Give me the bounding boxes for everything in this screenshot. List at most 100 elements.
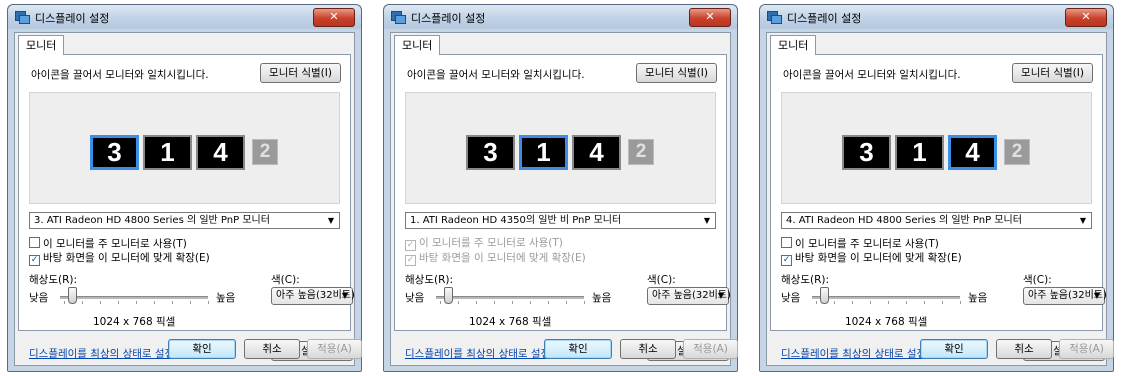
chevron-down-icon: ▼ [717,291,724,300]
slider-tick [924,301,925,304]
title-bar[interactable]: 디스플레이 설정 ✕ [8,5,361,29]
instruction-text: 아이콘을 끌어서 모니터와 일치시킵니다. [31,69,209,81]
cancel-button[interactable]: 취소 [620,339,676,359]
dialog-body: 모니터 아이콘을 끌어서 모니터와 일치시킵니다. 모니터 식별(I) 3142… [14,32,362,366]
slider-high-label: 높음 [216,292,236,304]
monitor-icon-4[interactable]: 4 [948,135,997,170]
monitor-icon-2[interactable]: 2 [252,139,278,165]
primary-monitor-checkbox[interactable]: ✓ 이 모니터를 주 모니터로 사용(T) [405,237,563,251]
apply-button[interactable]: 적용(A) [307,339,362,359]
display-settings-window: 디스플레이 설정 ✕ 모니터 아이콘을 끌어서 모니터와 일치시킵니다. 모니터… [7,4,362,372]
checkbox-box[interactable] [29,237,40,248]
monitor-icon-1[interactable]: 1 [519,135,568,170]
slider-low-label: 낮음 [781,292,801,304]
color-depth-select[interactable]: 아주 높음(32비트) ▼ [271,287,355,305]
primary-monitor-checkbox[interactable]: 이 모니터를 주 모니터로 사용(T) [29,237,187,250]
identify-monitors-button[interactable]: 모니터 식별(I) [260,63,341,83]
checkbox-box[interactable]: ✓ [405,240,416,251]
tab-monitor[interactable]: 모니터 [770,35,817,55]
slider-tick [816,301,817,304]
slider-tick [530,301,531,304]
ok-button[interactable]: 확인 [168,339,236,359]
slider-tick [870,301,871,304]
tab-monitor[interactable]: 모니터 [394,35,441,55]
slider-high-label: 높음 [968,292,988,304]
monitor-arrangement-area: 3142 [405,92,716,204]
identify-monitors-button[interactable]: 모니터 식별(I) [1012,63,1093,83]
monitor-arrangement-area: 3142 [29,92,340,204]
cancel-button[interactable]: 취소 [996,339,1052,359]
slider-tick [64,301,65,304]
color-depth-select[interactable]: 아주 높음(32비트) ▼ [647,287,731,305]
slider-tick [906,301,907,304]
resolution-label: 해상도(R): [405,274,454,286]
monitor-icon-4[interactable]: 4 [196,135,245,170]
apply-button[interactable]: 적용(A) [683,339,738,359]
resolution-slider-thumb[interactable] [68,287,77,304]
window-title: 디스플레이 설정 [411,12,486,25]
tab-monitor[interactable]: 모니터 [18,35,65,55]
display-select[interactable]: 4. ATI Radeon HD 4800 Series 의 일반 PnP 모니… [781,212,1092,229]
display-select-value: 1. ATI Radeon HD 4350의 일반 비 PnP 모니터 [410,215,622,226]
checkbox-box[interactable]: ✓ [29,255,40,266]
chevron-down-icon: ▼ [1079,216,1086,225]
close-icon: ✕ [705,10,715,23]
ok-button[interactable]: 확인 [920,339,988,359]
display-select[interactable]: 1. ATI Radeon HD 4350의 일반 비 PnP 모니터 ▼ [405,212,716,229]
slider-tick [834,301,835,304]
instruction-text: 아이콘을 끌어서 모니터와 일치시킵니다. [407,69,585,81]
slider-tick [476,301,477,304]
title-bar[interactable]: 디스플레이 설정 ✕ [760,5,1113,29]
extend-desktop-checkbox[interactable]: ✓ 바탕 화면을 이 모니터에 맞게 확장(E) [781,252,962,266]
title-bar[interactable]: 디스플레이 설정 ✕ [384,5,737,29]
monitor-icon-2[interactable]: 2 [628,139,654,165]
resolution-slider-track[interactable] [436,296,584,299]
chevron-down-icon: ▼ [703,216,710,225]
ok-button[interactable]: 확인 [544,339,612,359]
resolution-slider-track[interactable] [812,296,960,299]
extend-desktop-checkbox[interactable]: ✓ 바탕 화면을 이 모니터에 맞게 확장(E) [405,252,586,266]
checkbox-box[interactable]: ✓ [405,255,416,266]
slider-tick [548,301,549,304]
checkbox-box[interactable] [781,237,792,248]
display-app-icon [15,11,30,24]
window-title: 디스플레이 설정 [787,12,862,25]
primary-monitor-checkbox[interactable]: 이 모니터를 주 모니터로 사용(T) [781,237,939,250]
checkbox-label: 바탕 화면을 이 모니터에 맞게 확장(E) [419,252,586,264]
extend-desktop-checkbox[interactable]: ✓ 바탕 화면을 이 모니터에 맞게 확장(E) [29,252,210,266]
checkbox-box[interactable]: ✓ [781,255,792,266]
identify-monitors-button[interactable]: 모니터 식별(I) [636,63,717,83]
slider-tick [512,301,513,304]
color-depth-select[interactable]: 아주 높음(32비트) ▼ [1023,287,1107,305]
monitor-icon-2[interactable]: 2 [1004,139,1030,165]
monitor-icon-3[interactable]: 3 [90,135,139,170]
slider-tick [118,301,119,304]
cancel-button[interactable]: 취소 [244,339,300,359]
monitor-icon-3[interactable]: 3 [842,135,891,170]
slider-low-label: 낮음 [405,292,425,304]
close-button[interactable]: ✕ [689,8,731,27]
dialog-body: 모니터 아이콘을 끌어서 모니터와 일치시킵니다. 모니터 식별(I) 3142… [390,32,738,366]
tab-panel: 아이콘을 끌어서 모니터와 일치시킵니다. 모니터 식별(I) 3142 4. … [770,54,1107,361]
dialog-body: 모니터 아이콘을 끌어서 모니터와 일치시킵니다. 모니터 식별(I) 3142… [766,32,1114,366]
slider-tick [852,301,853,304]
close-button[interactable]: ✕ [313,8,355,27]
resolution-slider-thumb[interactable] [820,287,829,304]
display-select-value: 4. ATI Radeon HD 4800 Series 의 일반 PnP 모니… [786,215,1022,226]
close-button[interactable]: ✕ [1065,8,1107,27]
resolution-label: 해상도(R): [29,274,78,286]
resolution-slider-thumb[interactable] [444,287,453,304]
apply-button[interactable]: 적용(A) [1059,339,1114,359]
display-select[interactable]: 3. ATI Radeon HD 4800 Series 의 일반 PnP 모니… [29,212,340,229]
monitor-icon-3[interactable]: 3 [466,135,515,170]
chevron-down-icon: ▼ [1093,291,1100,300]
display-settings-window: 디스플레이 설정 ✕ 모니터 아이콘을 끌어서 모니터와 일치시킵니다. 모니터… [759,4,1114,372]
monitor-icon-4[interactable]: 4 [572,135,621,170]
resolution-label: 해상도(R): [781,274,830,286]
resolution-slider-track[interactable] [60,296,208,299]
slider-tick [208,301,209,304]
monitor-icon-1[interactable]: 1 [895,135,944,170]
checkbox-label: 이 모니터를 주 모니터로 사용(T) [419,237,563,249]
chevron-down-icon: ▼ [341,291,348,300]
monitor-icon-1[interactable]: 1 [143,135,192,170]
